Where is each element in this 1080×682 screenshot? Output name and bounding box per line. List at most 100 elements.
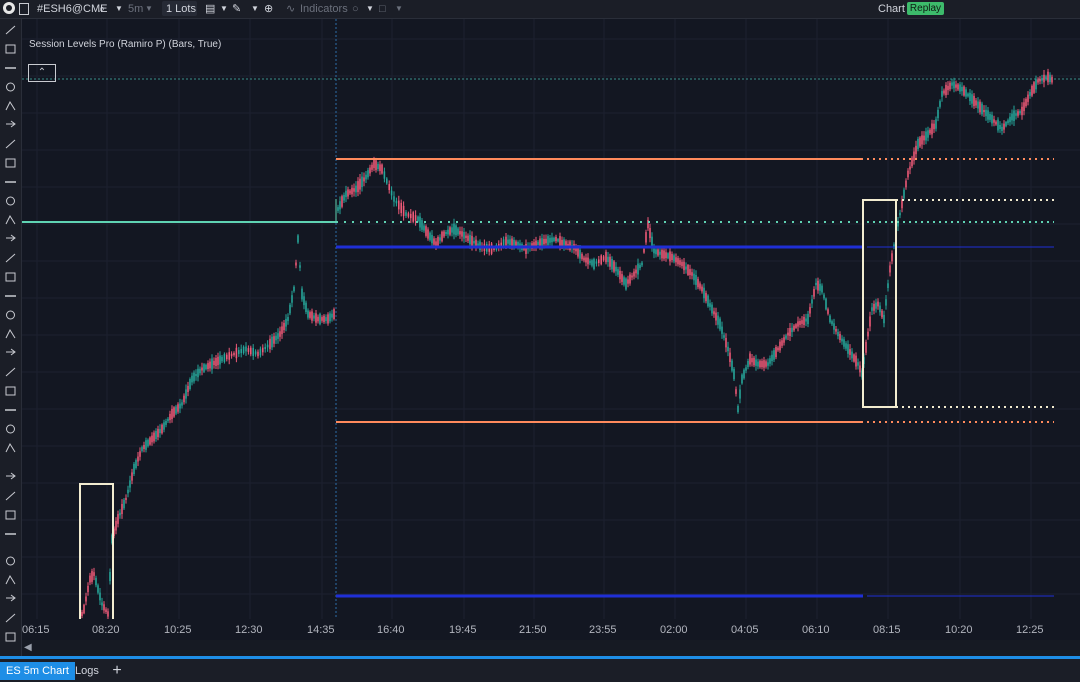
fib-icon[interactable] xyxy=(5,139,16,149)
candle xyxy=(635,265,637,278)
candle xyxy=(643,247,645,254)
indicators-icon[interactable]: ∿ xyxy=(286,2,295,16)
measure-icon[interactable] xyxy=(6,196,15,206)
arrow-up-icon[interactable] xyxy=(5,613,16,623)
candle xyxy=(613,260,615,274)
elliott-icon[interactable] xyxy=(5,386,16,396)
indicators-button[interactable]: Indicators xyxy=(300,2,348,16)
horizontal-line-icon[interactable] xyxy=(6,82,15,92)
circle-chevron-icon[interactable]: ▼ xyxy=(366,2,374,16)
dot-icon[interactable] xyxy=(6,556,15,566)
candle xyxy=(93,567,95,581)
candle xyxy=(859,361,861,377)
arrow-down-icon[interactable] xyxy=(5,632,16,642)
circle-icon[interactable]: ○ xyxy=(352,2,359,16)
chevron-down-icon[interactable]: ▼ xyxy=(115,2,123,16)
pattern-icon[interactable] xyxy=(5,367,16,377)
text-icon[interactable] xyxy=(6,472,16,480)
tag-icon[interactable] xyxy=(5,491,16,501)
candle xyxy=(721,321,723,339)
candle xyxy=(851,348,853,362)
candle xyxy=(137,452,139,466)
zoom-icon[interactable]: ⊕ xyxy=(264,2,273,16)
candle xyxy=(349,189,351,195)
candle xyxy=(887,279,889,292)
target-icon[interactable] xyxy=(5,214,16,225)
grid-icon[interactable] xyxy=(6,424,15,434)
symbol-label[interactable]: #ESH6@CME xyxy=(37,2,107,16)
tab-logs[interactable]: Logs xyxy=(69,662,105,680)
candle xyxy=(921,131,923,149)
gann-icon[interactable] xyxy=(5,328,16,339)
candle xyxy=(199,366,201,376)
triangle-icon[interactable] xyxy=(5,272,16,282)
diamond-icon[interactable] xyxy=(5,574,16,585)
candle xyxy=(490,242,493,256)
interval-selector[interactable]: 5m xyxy=(128,2,143,16)
circle-icon[interactable] xyxy=(6,310,15,320)
search-icon[interactable]: ⌕ xyxy=(99,2,105,16)
candle xyxy=(331,309,333,322)
line-icon[interactable] xyxy=(5,25,16,35)
indicator-title: Session Levels Pro (Ramiro P) (Bars, Tru… xyxy=(29,39,222,50)
logo-icon[interactable] xyxy=(3,2,15,14)
price-chart[interactable]: Session Levels Pro (Ramiro P) (Bars, Tru… xyxy=(22,19,1080,637)
candle xyxy=(400,199,402,217)
fan-icon[interactable] xyxy=(6,348,16,356)
replay-button[interactable]: Replay xyxy=(907,2,944,15)
horizontal-scrollbar[interactable]: ◀ xyxy=(22,640,1080,656)
candle xyxy=(909,161,911,175)
candle xyxy=(783,334,785,346)
candle xyxy=(303,292,305,310)
candle xyxy=(725,333,727,353)
candle xyxy=(865,339,867,356)
dots-icon[interactable] xyxy=(5,442,16,453)
crosshair-icon[interactable] xyxy=(6,120,16,128)
candle xyxy=(813,286,815,300)
candle xyxy=(993,115,995,127)
time-tick-label: 10:25 xyxy=(164,624,192,636)
ray-icon[interactable] xyxy=(5,44,16,54)
square-icon[interactable] xyxy=(6,594,16,602)
interval-chevron-icon[interactable]: ▼ xyxy=(145,2,153,16)
candle xyxy=(931,119,933,139)
candle xyxy=(235,343,238,363)
candle xyxy=(361,172,363,192)
candle xyxy=(175,404,177,416)
candle xyxy=(475,235,477,252)
candle xyxy=(883,310,885,328)
candle xyxy=(203,363,205,373)
chevron-up-icon[interactable]: ⌃ xyxy=(28,64,56,82)
candle xyxy=(555,234,557,244)
scroll-left-icon[interactable]: ◀ xyxy=(24,642,32,653)
add-tab-icon[interactable]: + xyxy=(107,662,127,680)
ruler-icon[interactable] xyxy=(6,234,16,242)
time-axis[interactable]: 06:15 08:20 10:25 12:30 14:35 16:40 19:45 21:50… xyxy=(22,619,1080,639)
window-icon[interactable] xyxy=(19,3,29,15)
candle xyxy=(585,253,587,267)
pitchfork-icon[interactable] xyxy=(5,158,16,168)
callout-icon[interactable] xyxy=(5,510,16,520)
notes-chevron-icon[interactable]: ▼ xyxy=(220,2,228,16)
tab-es-5m-chart[interactable]: ES 5m Chart xyxy=(0,662,75,680)
lots-label[interactable]: 1 Lots xyxy=(166,2,196,16)
layout-chevron-icon[interactable]: ▼ xyxy=(395,2,403,16)
notes-icon[interactable]: ▤ xyxy=(205,2,215,16)
pencil-chevron-icon[interactable]: ▼ xyxy=(251,2,259,16)
chart-label[interactable]: Chart xyxy=(878,2,905,16)
parallel-channel-icon[interactable] xyxy=(5,253,16,263)
candle xyxy=(421,218,423,232)
candle xyxy=(741,373,743,385)
candle xyxy=(1035,75,1037,93)
pencil-icon[interactable]: ✎ xyxy=(232,2,241,16)
candle xyxy=(659,246,661,260)
candle xyxy=(985,105,987,121)
candle xyxy=(277,328,279,344)
candle xyxy=(637,258,639,280)
chart-canvas[interactable] xyxy=(22,19,1080,619)
arrow-icon[interactable] xyxy=(5,100,16,111)
candle xyxy=(191,372,193,386)
opening-range-box-left[interactable] xyxy=(79,483,114,619)
candle xyxy=(899,209,901,219)
layout-icon[interactable]: □ xyxy=(379,2,386,16)
